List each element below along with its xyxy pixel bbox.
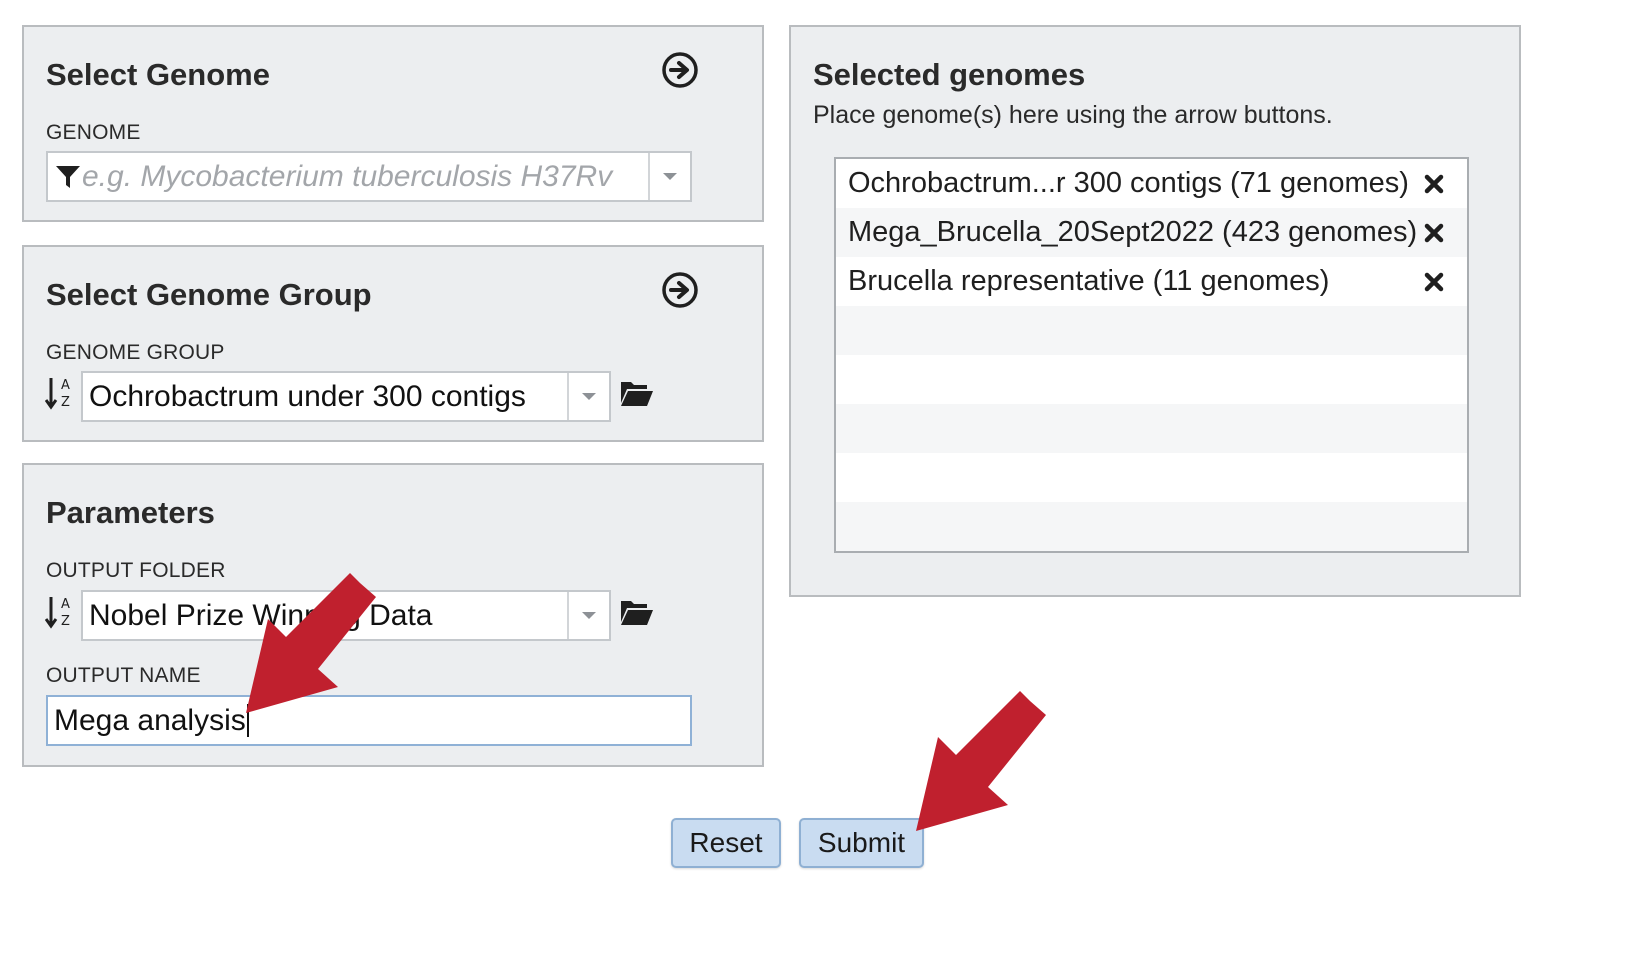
genome-group-dropdown-arrow[interactable] bbox=[567, 373, 609, 420]
genome-select[interactable]: e.g. Mycobacterium tuberculosis H37Rv bbox=[46, 151, 692, 202]
page: Select Genome GENOME e.g. Mycobacterium … bbox=[0, 0, 1649, 958]
text-caret bbox=[246, 704, 249, 737]
selected-genomes-panel: Selected genomes Place genome(s) here us… bbox=[789, 25, 1521, 597]
folder-open-icon[interactable] bbox=[620, 379, 654, 407]
select-genome-title: Select Genome bbox=[46, 57, 270, 92]
filter-icon bbox=[48, 163, 82, 191]
submit-button[interactable]: Submit bbox=[799, 818, 924, 868]
genome-group-select[interactable]: Ochrobactrum under 300 contigs bbox=[81, 371, 611, 422]
close-x-icon[interactable] bbox=[1423, 173, 1445, 195]
genome-group-value: Ochrobactrum under 300 contigs bbox=[89, 379, 526, 413]
selected-genomes-subtitle: Place genome(s) here using the arrow but… bbox=[813, 101, 1333, 129]
output-name-value: Mega analysis bbox=[54, 703, 246, 737]
list-item: Ochrobactrum...r 300 contigs (71 genomes… bbox=[836, 159, 1467, 208]
chevron-down-icon bbox=[663, 173, 677, 180]
parameters-title: Parameters bbox=[46, 495, 215, 530]
genome-search-placeholder: e.g. Mycobacterium tuberculosis H37Rv bbox=[82, 159, 613, 193]
select-genome-group-panel: Select Genome Group GENOME GROUP A Z Och… bbox=[22, 245, 764, 442]
output-folder-label: OUTPUT FOLDER bbox=[46, 559, 226, 582]
selected-genomes-title: Selected genomes bbox=[813, 57, 1086, 92]
svg-text:Z: Z bbox=[61, 614, 70, 629]
genome-dropdown-arrow[interactable] bbox=[648, 153, 690, 200]
svg-text:A: A bbox=[61, 378, 70, 393]
add-genome-arrow-icon[interactable] bbox=[661, 51, 699, 89]
output-folder-select[interactable]: Nobel Prize Winning Data bbox=[81, 590, 611, 641]
chevron-down-icon bbox=[582, 393, 596, 400]
list-item: Brucella representative (11 genomes) bbox=[836, 257, 1467, 306]
sort-alpha-icon[interactable]: A Z bbox=[45, 375, 75, 411]
add-genome-group-arrow-icon[interactable] bbox=[661, 271, 699, 309]
empty-list-row bbox=[836, 502, 1467, 551]
selected-genome-label: Ochrobactrum...r 300 contigs (71 genomes… bbox=[848, 167, 1409, 199]
output-name-input[interactable]: Mega analysis bbox=[46, 695, 692, 746]
svg-text:Z: Z bbox=[61, 395, 70, 410]
selected-genomes-list: Ochrobactrum...r 300 contigs (71 genomes… bbox=[834, 157, 1469, 553]
list-item: Mega_Brucella_20Sept2022 (423 genomes) bbox=[836, 208, 1467, 257]
sort-alpha-icon[interactable]: A Z bbox=[45, 594, 75, 630]
folder-open-icon[interactable] bbox=[620, 598, 654, 626]
svg-text:A: A bbox=[61, 597, 70, 612]
close-x-icon[interactable] bbox=[1423, 222, 1445, 244]
output-folder-value: Nobel Prize Winning Data bbox=[89, 598, 433, 632]
empty-list-row bbox=[836, 355, 1467, 404]
genome-label: GENOME bbox=[46, 121, 141, 144]
genome-group-label: GENOME GROUP bbox=[46, 341, 225, 364]
empty-list-row bbox=[836, 453, 1467, 502]
select-genome-group-title: Select Genome Group bbox=[46, 277, 372, 312]
output-folder-dropdown-arrow[interactable] bbox=[567, 592, 609, 639]
close-x-icon[interactable] bbox=[1423, 271, 1445, 293]
output-name-label: OUTPUT NAME bbox=[46, 664, 201, 687]
annotation-arrow-submit bbox=[916, 691, 1046, 831]
selected-genome-label: Mega_Brucella_20Sept2022 (423 genomes) bbox=[848, 216, 1418, 248]
reset-button[interactable]: Reset bbox=[671, 818, 781, 868]
parameters-panel: Parameters OUTPUT FOLDER A Z Nobel Prize… bbox=[22, 463, 764, 767]
empty-list-row bbox=[836, 306, 1467, 355]
chevron-down-icon bbox=[582, 612, 596, 619]
select-genome-panel: Select Genome GENOME e.g. Mycobacterium … bbox=[22, 25, 764, 222]
selected-genome-label: Brucella representative (11 genomes) bbox=[848, 265, 1330, 297]
empty-list-row bbox=[836, 404, 1467, 453]
